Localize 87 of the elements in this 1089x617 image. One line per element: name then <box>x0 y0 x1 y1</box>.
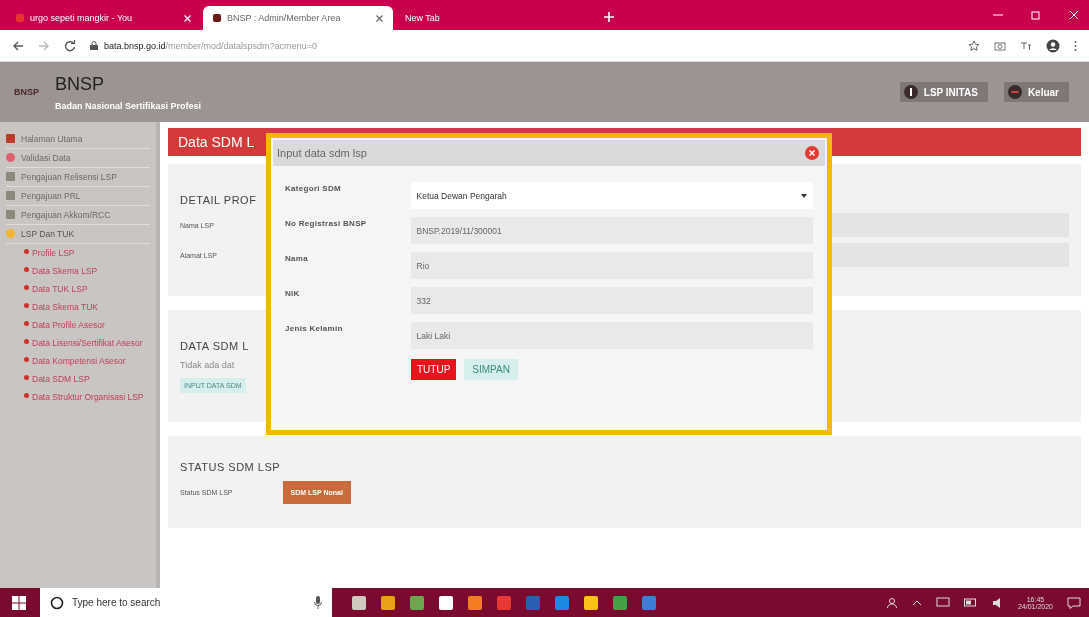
profile-button[interactable]: LSP INITAS <box>899 82 988 102</box>
input-field[interactable]: Rio <box>410 252 813 279</box>
menu-item-icon <box>6 191 15 200</box>
sidebar-item[interactable]: LSP Dan TUK <box>6 225 150 244</box>
favicon-icon <box>213 14 221 22</box>
browser-tab[interactable]: urgo sepeti mangkir - You <box>6 6 201 30</box>
submenu-item[interactable]: Data Skema LSP <box>6 262 150 280</box>
submenu-item[interactable]: Data Skema TUK <box>6 298 150 316</box>
submenu-item[interactable]: Data Kompetensi Asesor <box>6 352 150 370</box>
favicon-icon <box>16 14 24 22</box>
submenu-item[interactable]: Data SDM LSP <box>6 370 150 388</box>
section-heading: DETAIL PROF <box>180 194 257 206</box>
search-icon <box>50 595 64 610</box>
logo: BNSP <box>14 87 39 97</box>
section-heading: DATA SDM L <box>180 339 249 352</box>
reload-icon[interactable] <box>64 39 76 52</box>
taskbar-app-icon[interactable] <box>381 595 395 610</box>
bullet-icon <box>24 375 29 380</box>
account-icon[interactable] <box>1046 38 1060 53</box>
taskbar-app-icon[interactable] <box>352 595 366 610</box>
browser-tab[interactable]: New Tab <box>395 6 595 30</box>
sidebar-item[interactable]: Halaman Utama <box>6 130 150 149</box>
bullet-icon <box>24 357 29 362</box>
bullet-icon <box>24 267 29 272</box>
taskbar-search-field[interactable]: Type here to search <box>40 588 332 617</box>
menu-icon[interactable] <box>1074 39 1077 52</box>
bullet-icon <box>24 393 29 398</box>
microphone-icon[interactable] <box>314 596 322 609</box>
input-field[interactable]: 332 <box>410 287 813 314</box>
bullet-icon <box>24 249 29 254</box>
notification-icon[interactable] <box>1067 596 1081 609</box>
field-label: Kategori SDM <box>285 183 343 193</box>
empty-message: Tidak ada dat <box>180 359 235 370</box>
close-button[interactable]: TUTUP <box>411 359 457 380</box>
taskbar-app-icon[interactable] <box>584 595 598 610</box>
section-heading: STATUS SDM LSP <box>180 460 281 473</box>
star-icon[interactable] <box>968 39 980 52</box>
caret-icon <box>801 193 807 198</box>
info-icon <box>903 85 918 99</box>
site-subtitle: Badan Nasional Sertifikasi Profesi <box>55 100 202 111</box>
field-label: Jenis Kelamin <box>285 323 344 333</box>
site-title: BNSP <box>55 73 106 95</box>
chevron-up-icon[interactable] <box>911 598 922 607</box>
address-field[interactable]: bata.bnsp.go.id/member/mod/datalspsdm?acmenu=0 <box>90 34 954 57</box>
menu-item-icon <box>6 210 15 219</box>
dialog-title: Input data sdm lsp <box>277 147 367 159</box>
taskbar-app-icon[interactable] <box>439 595 453 610</box>
submenu-item[interactable]: Data Profile Asesor <box>6 316 150 334</box>
input-field[interactable]: BNSP.2019/11/300001 <box>410 217 813 244</box>
sidebar-item[interactable]: Pengajuan Relisensi LSP <box>6 168 150 187</box>
submenu-item[interactable]: Data Lisensi/Sertifikat Asesor <box>6 334 150 352</box>
close-icon[interactable] <box>805 146 819 160</box>
bullet-icon <box>24 303 29 308</box>
menu-item-icon <box>6 153 15 162</box>
close-icon[interactable] <box>376 14 383 22</box>
bullet-icon <box>24 339 29 344</box>
input-field[interactable]: Laki Laki <box>410 322 813 349</box>
field-label: No Registrasi BNSP <box>285 218 368 228</box>
logout-button[interactable]: Keluar <box>1003 82 1069 102</box>
lock-icon <box>90 41 98 50</box>
field-label: Nama <box>285 253 309 263</box>
back-icon[interactable] <box>12 39 24 52</box>
browser-tab[interactable]: BNSP : Admin/Member Area <box>203 6 393 30</box>
submenu-item[interactable]: Data Struktur Organisasi LSP <box>6 388 150 406</box>
submenu-item[interactable]: Profile LSP <box>6 244 150 262</box>
battery-icon[interactable] <box>963 598 978 607</box>
bullet-icon <box>24 321 29 326</box>
sidebar-item[interactable]: Pengajuan PRL <box>6 187 150 206</box>
translate-icon[interactable] <box>1020 39 1032 52</box>
windows-icon[interactable] <box>12 595 26 610</box>
people-icon[interactable] <box>885 596 898 609</box>
page-title: Data SDM L <box>178 134 255 150</box>
menu-item-icon <box>6 172 15 181</box>
submenu-item[interactable]: Data TUK LSP <box>6 280 150 298</box>
sidebar-item[interactable]: Validasi Data <box>6 149 150 168</box>
select-field[interactable]: Ketua Dewan Pengarah <box>410 182 813 209</box>
menu-item-icon <box>6 134 15 143</box>
sidebar-item[interactable]: Pengajuan Akkom/RCC <box>6 206 150 225</box>
bullet-icon <box>24 285 29 290</box>
menu-item-icon <box>6 229 15 238</box>
restore-icon[interactable] <box>1031 10 1041 20</box>
field-label: NIK <box>285 288 301 298</box>
logout-icon <box>1007 85 1022 99</box>
new-tab-icon[interactable] <box>603 11 615 23</box>
camera-icon[interactable] <box>994 39 1006 52</box>
save-button[interactable]: SIMPAN <box>464 359 518 380</box>
network-icon[interactable] <box>935 597 950 608</box>
